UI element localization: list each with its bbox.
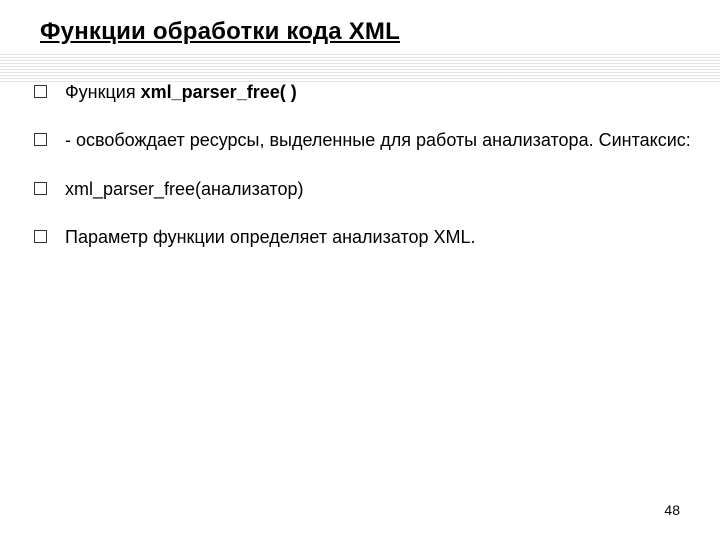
list-item-text: Функция xml_parser_free( ): [65, 80, 692, 104]
list-item: - освобождает ресурсы, выделенные для ра…: [34, 128, 692, 152]
page-number: 48: [664, 502, 680, 518]
list-item-text: - освобождает ресурсы, выделенные для ра…: [65, 128, 692, 152]
list-item-text: xml_parser_free(анализатор): [65, 177, 692, 201]
square-bullet-icon: [34, 133, 47, 146]
list-item: xml_parser_free(анализатор): [34, 177, 692, 201]
square-bullet-icon: [34, 230, 47, 243]
bullet-list: Функция xml_parser_free( ) - освобождает…: [28, 80, 692, 249]
square-bullet-icon: [34, 182, 47, 195]
title-underline-pattern: [0, 54, 720, 82]
list-item: Параметр функции определяет анализатор X…: [34, 225, 692, 249]
list-item-text: Параметр функции определяет анализатор X…: [65, 225, 692, 249]
list-item: Функция xml_parser_free( ): [34, 80, 692, 104]
square-bullet-icon: [34, 85, 47, 98]
slide-title: Функции обработки кода XML: [40, 18, 692, 46]
